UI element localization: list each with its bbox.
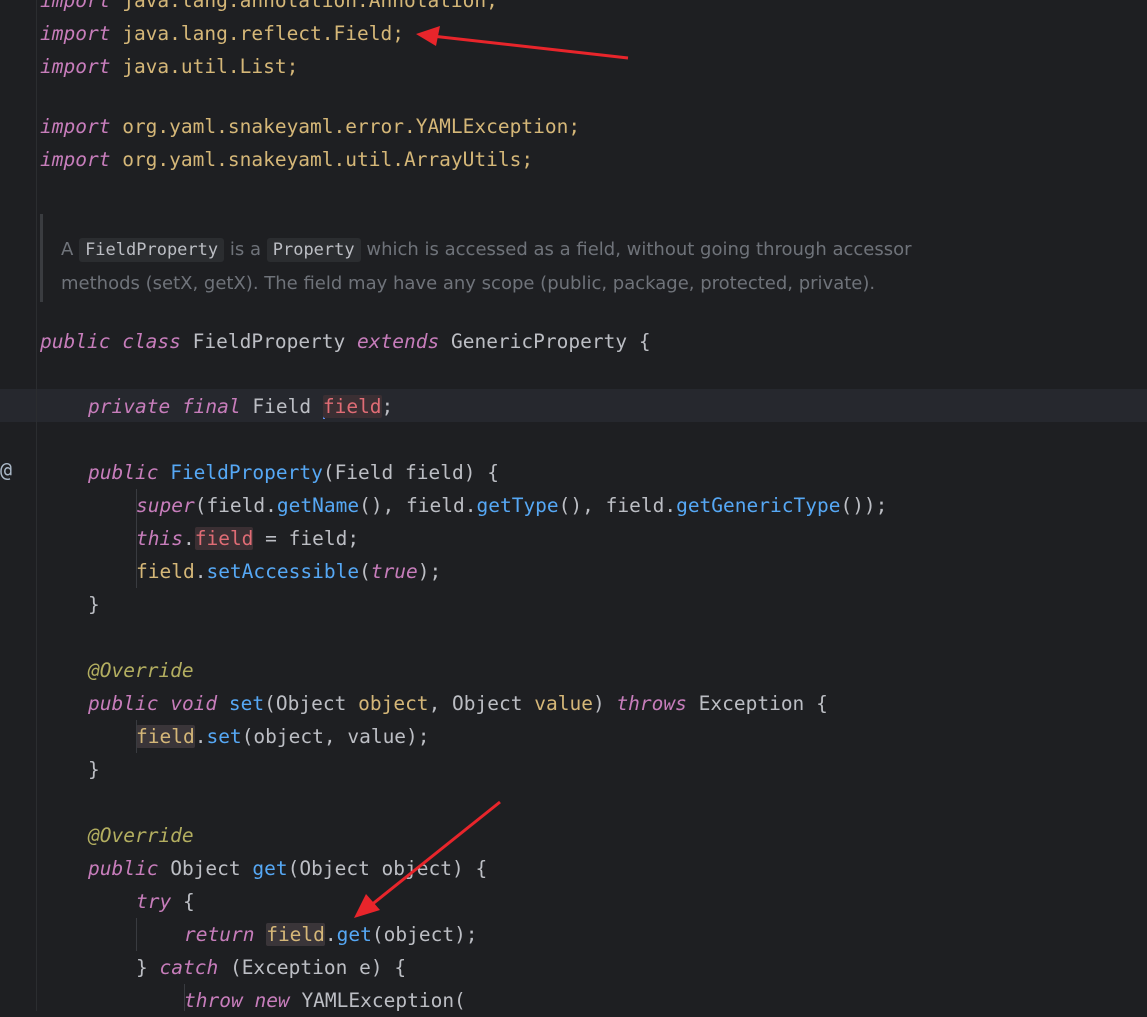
import-line[interactable]: import java.lang.reflect.Field; xyxy=(40,17,404,50)
import-path: java.lang.reflect.Field; xyxy=(122,22,404,45)
import-line[interactable]: import org.yaml.snakeyaml.error.YAMLExce… xyxy=(40,110,580,143)
javadoc-line: A FieldProperty is a Property which is a… xyxy=(61,238,912,262)
red-arrow-1 xyxy=(431,34,629,60)
import-line[interactable]: import java.util.List; xyxy=(40,50,298,83)
import-path: org.yaml.snakeyaml.util.ArrayUtils; xyxy=(122,148,534,171)
super-call[interactable]: super(field.getName(), field.getType(), … xyxy=(136,489,887,522)
javadoc-line: methods (setX, getX). The field may have… xyxy=(61,273,876,294)
import-path: java.lang.annotation.Annotation; xyxy=(122,0,498,12)
closing-brace: } xyxy=(88,593,100,616)
doc-code-property: Property xyxy=(266,238,361,262)
import-path: java.util.List; xyxy=(122,55,299,78)
indent-guide xyxy=(136,720,137,753)
keyword-import: import xyxy=(40,55,111,78)
override-annotation[interactable]: @Override xyxy=(88,654,194,687)
throw-statement[interactable]: throw new YAMLException( xyxy=(184,984,466,1017)
constructor-signature[interactable]: public FieldProperty(Field field) { xyxy=(88,456,499,489)
red-arrowhead-1 xyxy=(416,26,440,46)
keyword-import: import xyxy=(40,148,111,171)
catch-statement[interactable]: } catch (Exception e) { xyxy=(136,951,406,984)
import-line[interactable]: import org.yaml.snakeyaml.util.ArrayUtil… xyxy=(40,143,533,176)
import-line[interactable]: import java.lang.annotation.Annotation; xyxy=(40,0,498,17)
get-method-signature[interactable]: public Object get(Object object) { xyxy=(88,852,487,885)
set-accessible-call[interactable]: field.setAccessible(true); xyxy=(136,555,441,588)
indent-guide xyxy=(136,918,137,951)
try-statement[interactable]: try { xyxy=(136,885,195,918)
keyword-import: import xyxy=(40,0,111,12)
field-set-call[interactable]: field.set(object, value); xyxy=(136,720,430,753)
return-statement[interactable]: return field.get(object); xyxy=(184,918,478,951)
gutter-divider xyxy=(36,0,37,1011)
closing-brace: } xyxy=(88,758,100,781)
override-annotation[interactable]: @Override xyxy=(88,819,194,852)
class-declaration[interactable]: public class FieldProperty extends Gener… xyxy=(40,325,651,358)
indent-guide xyxy=(184,984,185,1011)
field-assignment[interactable]: this.field = field; xyxy=(136,522,359,555)
doc-code-fieldproperty: FieldProperty xyxy=(79,238,225,262)
indent-guide xyxy=(136,489,137,588)
keyword-import: import xyxy=(40,22,111,45)
field-declaration[interactable]: private final Field field; xyxy=(88,390,393,423)
javadoc-block: A FieldProperty is a Property which is a… xyxy=(40,214,1043,302)
field-name-highlight: field xyxy=(322,395,382,418)
import-path: org.yaml.snakeyaml.error.YAMLException; xyxy=(122,115,581,138)
override-gutter-icon[interactable]: @ xyxy=(0,458,12,482)
code-editor[interactable]: import java.lang.annotation.Annotation; … xyxy=(0,0,1147,1012)
red-arrowhead-2 xyxy=(354,894,380,918)
set-method-signature[interactable]: public void set(Object object, Object va… xyxy=(88,687,828,720)
keyword-import: import xyxy=(40,115,111,138)
